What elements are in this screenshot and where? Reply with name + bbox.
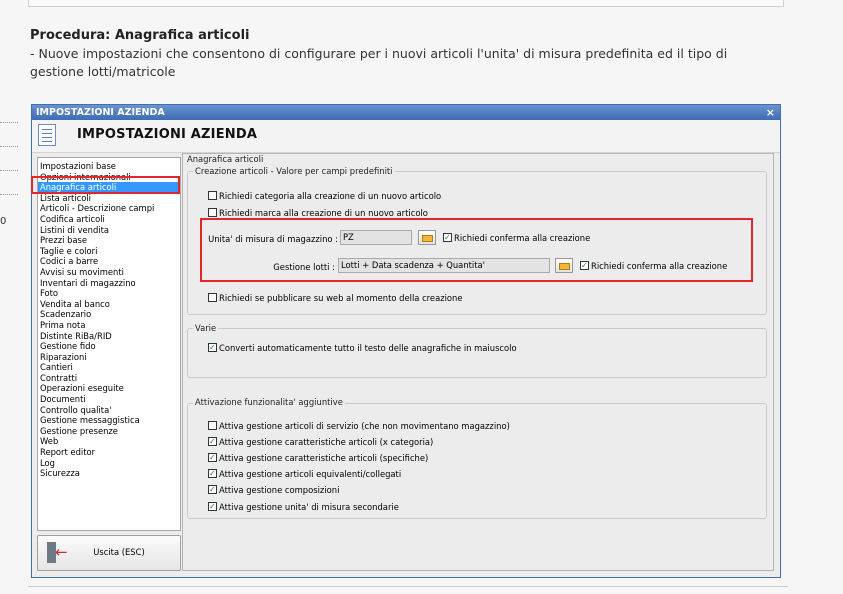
settings-nav-list: Impostazioni base Opzioni internazionali A… (37, 157, 181, 531)
gutter-divider (0, 170, 18, 171)
gestione-lotti-label: Gestione lotti : (273, 262, 335, 272)
gutter-divider (0, 146, 18, 147)
nav-item[interactable]: Impostazioni base (38, 161, 180, 172)
checkbox-caratteristiche-specifiche[interactable]: Attiva gestione caratteristiche articoli… (208, 452, 428, 464)
checkbox-unita-secondarie[interactable]: Attiva gestione unita' di misura seconda… (208, 501, 399, 513)
checkbox-conferma-um[interactable]: Richiedi conferma alla creazione (443, 232, 590, 244)
checkbox-articoli-equivalenti[interactable]: Attiva gestione articoli equivalenti/col… (208, 468, 401, 480)
checkbox-pubblica-web[interactable]: Richiedi se pubblicare su web al momento… (208, 293, 463, 304)
header-title: IMPOSTAZIONI AZIENDA (77, 127, 258, 142)
nav-item[interactable]: Lista articoli (38, 193, 180, 204)
checkbox-articoli-servizio[interactable]: Attiva gestione articoli di servizio (ch… (208, 421, 510, 432)
nav-item[interactable]: Codifica articoli (38, 214, 180, 225)
section-title: Anagrafica articoli (187, 154, 264, 164)
exit-button[interactable]: ← Uscita (ESC) (37, 535, 181, 571)
nav-item[interactable]: Contratti (38, 373, 180, 384)
gestione-lotti-field[interactable]: Lotti + Data scadenza + Quantita' (338, 258, 550, 273)
close-icon[interactable]: × (766, 105, 775, 120)
window-title: IMPOSTAZIONI AZIENDA (36, 107, 165, 118)
doc-description: - Nuove impostazioni che consentono di c… (30, 46, 728, 79)
folder-icon[interactable] (418, 230, 436, 245)
settings-list-icon (38, 124, 56, 146)
nav-item[interactable]: Avvisi su movimenti (38, 267, 180, 278)
checkbox-maiuscolo[interactable]: Converti automaticamente tutto il testo … (208, 342, 517, 354)
nav-item[interactable]: Scadenzario (38, 309, 180, 320)
nav-item[interactable]: Prima nota (38, 320, 180, 331)
nav-item[interactable]: Opzioni internazionali (38, 172, 180, 183)
checkbox-richiedi-marca[interactable]: Richiedi marca alla creazione di un nuov… (208, 208, 428, 219)
nav-item[interactable]: Prezzi base (38, 235, 180, 246)
nav-item[interactable]: Anagrafica articoli (38, 182, 180, 193)
nav-item[interactable]: Listini di vendita (38, 225, 180, 236)
checkbox-richiedi-categoria[interactable]: Richiedi categoria alla creazione di un … (208, 191, 441, 202)
group-creazione-title: Creazione articoli - Valore per campi pr… (193, 166, 395, 176)
checkbox-caratteristiche-categoria[interactable]: Attiva gestione caratteristiche articoli… (208, 436, 433, 448)
gutter-text: 0 (0, 216, 7, 227)
nav-item[interactable]: Gestione messaggistica (38, 415, 180, 426)
window-titlebar: IMPOSTAZIONI AZIENDA × (32, 105, 780, 120)
nav-item[interactable]: Riparazioni (38, 352, 180, 363)
group-varie-title: Varie (193, 323, 219, 333)
checkbox-conferma-lotti[interactable]: Richiedi conferma alla creazione (580, 260, 727, 272)
nav-item[interactable]: Foto (38, 288, 180, 299)
exit-button-label: Uscita (ESC) (93, 547, 145, 557)
checkbox-composizioni[interactable]: Attiva gestione composizioni (208, 484, 339, 496)
nav-item[interactable]: Inventari di magazzino (38, 278, 180, 289)
nav-item[interactable]: Log (38, 458, 180, 469)
window-header: IMPOSTAZIONI AZIENDA (32, 120, 780, 153)
nav-item[interactable]: Report editor (38, 447, 180, 458)
gutter-divider (0, 194, 18, 195)
nav-item[interactable]: Sicurezza (38, 468, 180, 479)
nav-item[interactable]: Web (38, 436, 180, 447)
group-funzionalita-title: Attivazione funzionalita' aggiuntive (193, 397, 345, 407)
gutter-divider (0, 122, 18, 123)
nav-item[interactable]: Controllo qualita' (38, 405, 180, 416)
settings-window: IMPOSTAZIONI AZIENDA × IMPOSTAZIONI AZIE… (31, 104, 781, 578)
nav-item[interactable]: Articoli - Descrizione campi (38, 203, 180, 214)
nav-item[interactable]: Distinte RiBa/RID (38, 331, 180, 342)
nav-item[interactable]: Documenti (38, 394, 180, 405)
top-panel-edge (28, 0, 784, 7)
settings-content: Anagrafica articoli Creazione articoli -… (182, 153, 774, 571)
nav-item[interactable]: Cantieri (38, 362, 180, 373)
folder-icon[interactable] (555, 258, 573, 273)
nav-item[interactable]: Gestione fido (38, 341, 180, 352)
doc-title: Procedura: Anagrafica articoli (30, 28, 250, 43)
nav-item[interactable]: Vendita al banco (38, 299, 180, 310)
nav-item[interactable]: Gestione presenze (38, 426, 180, 437)
nav-item[interactable]: Operazioni eseguite (38, 383, 180, 394)
unita-misura-field[interactable]: PZ (340, 230, 412, 245)
nav-item[interactable]: Taglie e colori (38, 246, 180, 257)
bottom-divider (28, 586, 788, 587)
nav-item[interactable]: Codici a barre (38, 256, 180, 267)
unita-misura-label: Unita' di misura di magazzino : (208, 234, 338, 244)
